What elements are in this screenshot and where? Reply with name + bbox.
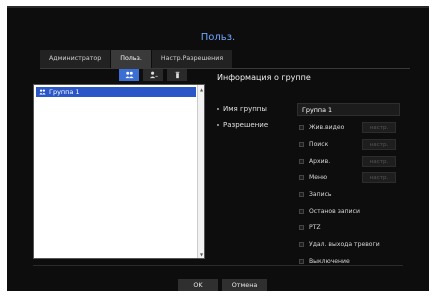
alarm-out-label: Удал. выхода тревоги: [309, 241, 380, 248]
menu-settings-button[interactable]: настр.: [362, 172, 396, 183]
delete-button[interactable]: [167, 69, 187, 81]
archive-checkbox[interactable]: [299, 159, 304, 164]
permission-alarm-out: Удал. выхода тревоги: [299, 239, 380, 250]
tab-permission-settings[interactable]: Настр.Разрешения: [151, 50, 234, 68]
add-user-icon: [149, 71, 158, 79]
bullet-icon: [217, 108, 219, 110]
scroll-down-icon[interactable]: ▼: [198, 250, 205, 258]
bullet-icon: [217, 124, 219, 126]
cancel-button[interactable]: Отмена: [222, 279, 267, 291]
permission-ptz: PTZ: [299, 222, 321, 233]
live-video-settings-button[interactable]: настр.: [362, 122, 396, 133]
group-icon: [39, 89, 46, 95]
group-toolbar: [119, 69, 187, 81]
stop-record-checkbox[interactable]: [299, 209, 304, 214]
tab-divider: [40, 68, 410, 69]
permission-label: Разрешение: [217, 121, 268, 129]
alarm-out-checkbox[interactable]: [299, 242, 304, 247]
delete-icon: [175, 71, 179, 79]
tab-bar: Администратор Польз. Настр.Разрешения: [40, 50, 234, 68]
list-item-group[interactable]: Группа 1: [36, 87, 196, 97]
add-group-button[interactable]: [119, 69, 139, 81]
permission-menu: Меню: [299, 172, 327, 183]
menu-label: Меню: [309, 174, 328, 181]
list-item-label: Группа 1: [49, 88, 80, 96]
stop-record-label: Останов записи: [309, 208, 360, 215]
add-group-icon: [124, 71, 134, 79]
ok-button[interactable]: OK: [178, 279, 218, 291]
dialog-title: Польз.: [200, 32, 236, 43]
group-name-field[interactable]: Группа 1: [297, 103, 400, 116]
group-list: Группа 1 ▲ ▼: [33, 84, 205, 259]
permission-label-text: Разрешение: [223, 121, 269, 129]
archive-label: Архив.: [309, 158, 331, 165]
search-settings-button[interactable]: настр.: [362, 139, 396, 150]
list-scrollbar[interactable]: ▲ ▼: [197, 85, 204, 258]
live-video-label: Жив.видео: [309, 124, 345, 131]
shutdown-label: Выключение: [309, 258, 350, 265]
permission-stop-record: Останов записи: [299, 206, 360, 217]
tab-users[interactable]: Польз.: [111, 50, 152, 68]
group-name-label-text: Имя группы: [223, 105, 267, 113]
permission-search: Поиск: [299, 139, 328, 150]
search-label: Поиск: [309, 141, 329, 148]
ptz-label: PTZ: [309, 224, 321, 231]
search-checkbox[interactable]: [299, 142, 304, 147]
menu-checkbox[interactable]: [299, 175, 304, 180]
live-video-checkbox[interactable]: [299, 125, 304, 130]
add-user-button[interactable]: [143, 69, 163, 81]
record-checkbox[interactable]: [299, 192, 304, 197]
tab-administrator[interactable]: Администратор: [40, 50, 112, 68]
ptz-checkbox[interactable]: [299, 225, 304, 230]
archive-settings-button[interactable]: настр.: [362, 156, 396, 167]
group-info-title: Информация о группе: [217, 73, 311, 82]
group-name-label: Имя группы: [217, 105, 267, 113]
scroll-up-icon[interactable]: ▲: [198, 85, 205, 93]
permission-live-video: Жив.видео: [299, 122, 344, 133]
permission-record: Запись: [299, 189, 332, 200]
footer-divider: [33, 265, 403, 266]
shutdown-checkbox[interactable]: [299, 259, 304, 264]
permission-archive: Архив.: [299, 156, 330, 167]
record-label: Запись: [309, 191, 332, 198]
